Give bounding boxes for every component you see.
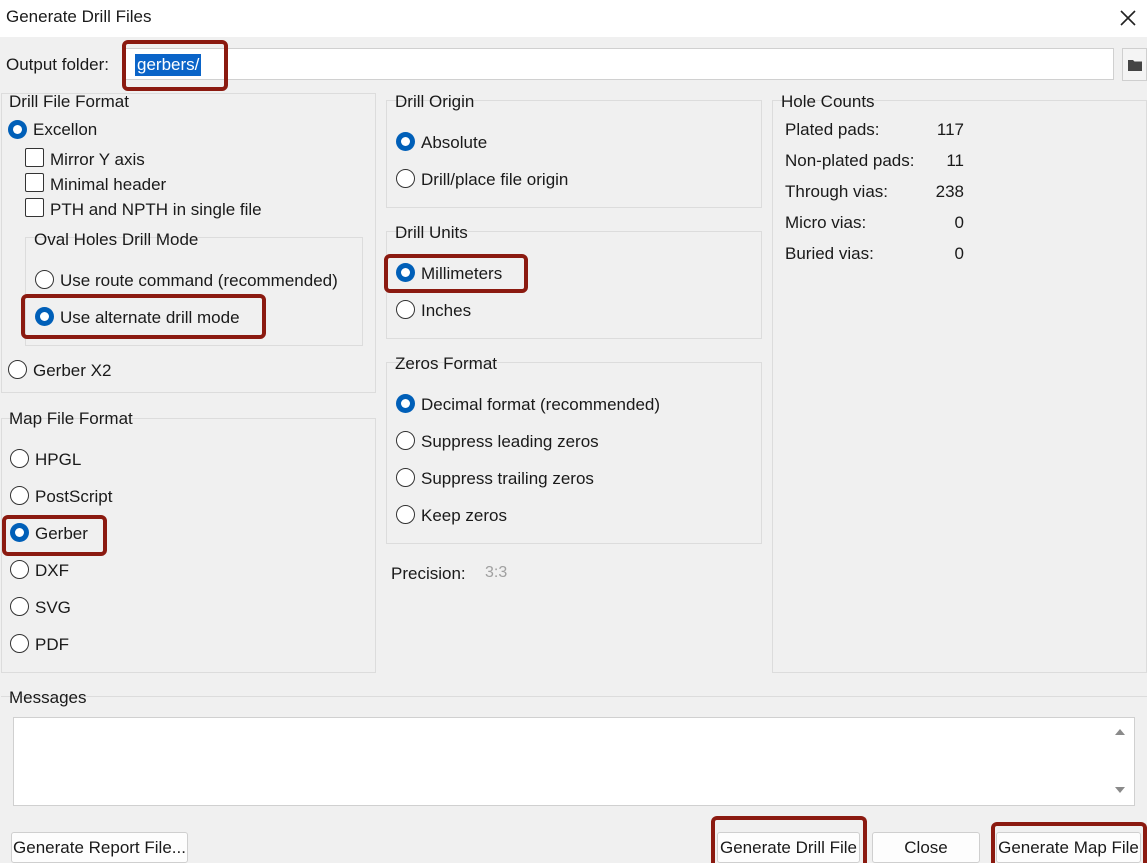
excellon-radio[interactable] — [8, 120, 27, 139]
highlight-generate-drill — [711, 816, 867, 863]
close-icon[interactable] — [1112, 2, 1144, 34]
map-dxf-radio[interactable] — [10, 560, 29, 579]
pth-npth-checkbox[interactable] — [25, 198, 44, 217]
suppress-leading-radio[interactable] — [396, 431, 415, 450]
map-svg-radio[interactable] — [10, 597, 29, 616]
messages-title: Messages — [9, 688, 87, 707]
aux-origin-label: Drill/place file origin — [421, 170, 569, 189]
map-pdf-label: PDF — [35, 635, 69, 654]
output-folder-input[interactable] — [124, 48, 1114, 80]
precision-label: Precision: — [391, 564, 466, 583]
buried-vias-value: 0 — [954, 244, 964, 263]
aux-origin-radio[interactable] — [396, 169, 415, 188]
through-vias-value: 238 — [935, 182, 964, 201]
inches-label: Inches — [421, 301, 472, 320]
map-file-format-title: Map File Format — [9, 409, 133, 428]
route-command-radio[interactable] — [35, 270, 54, 289]
route-command-label: Use route command (recommended) — [60, 271, 338, 290]
micro-vias-value: 0 — [954, 213, 964, 232]
close-button[interactable]: Close — [872, 832, 980, 863]
window-title: Generate Drill Files — [6, 7, 152, 26]
plated-pads-value: 117 — [936, 120, 964, 139]
non-plated-pads-value: 11 — [946, 151, 964, 170]
map-pdf-radio[interactable] — [10, 634, 29, 653]
absolute-origin-radio[interactable] — [396, 132, 415, 151]
generate-report-button[interactable]: Generate Report File... — [11, 832, 188, 863]
highlight-generate-map — [991, 822, 1147, 863]
suppress-trailing-label: Suppress trailing zeros — [421, 469, 594, 488]
hole-counts-title: Hole Counts — [781, 92, 875, 111]
minimal-header-label: Minimal header — [50, 175, 167, 194]
map-dxf-label: DXF — [35, 561, 69, 580]
map-postscript-radio[interactable] — [10, 486, 29, 505]
absolute-origin-label: Absolute — [421, 133, 488, 152]
buried-vias-label: Buried vias: — [785, 244, 874, 263]
map-hpgl-radio[interactable] — [10, 449, 29, 468]
highlight-alternate-drill — [21, 294, 266, 339]
decimal-format-radio[interactable] — [396, 394, 415, 413]
excellon-label: Excellon — [33, 120, 98, 139]
mirror-y-checkbox[interactable] — [25, 148, 44, 167]
inches-radio[interactable] — [396, 300, 415, 319]
scroll-up-icon[interactable] — [1112, 724, 1128, 740]
map-svg-label: SVG — [35, 598, 71, 617]
mirror-y-label: Mirror Y axis — [50, 150, 145, 169]
messages-textarea[interactable] — [13, 717, 1135, 806]
suppress-trailing-radio[interactable] — [396, 468, 415, 487]
minimal-header-checkbox[interactable] — [25, 173, 44, 192]
drill-origin-group — [386, 100, 762, 208]
map-hpgl-label: HPGL — [35, 450, 82, 469]
suppress-leading-label: Suppress leading zeros — [421, 432, 599, 451]
highlight-millimeters — [384, 254, 528, 293]
title-bar — [0, 0, 1147, 37]
drill-origin-title: Drill Origin — [395, 92, 475, 111]
folder-icon — [1128, 60, 1142, 71]
output-folder-label: Output folder: — [6, 55, 110, 74]
drill-units-title: Drill Units — [395, 223, 468, 242]
non-plated-pads-label: Non-plated pads: — [785, 151, 915, 170]
highlight-output-folder — [122, 40, 228, 91]
oval-holes-title: Oval Holes Drill Mode — [34, 230, 199, 249]
zeros-format-title: Zeros Format — [395, 354, 498, 373]
through-vias-label: Through vias: — [785, 182, 888, 201]
pth-npth-label: PTH and NPTH in single file — [50, 200, 262, 219]
browse-folder-button[interactable] — [1122, 48, 1147, 81]
keep-zeros-label: Keep zeros — [421, 506, 507, 525]
decimal-format-label: Decimal format (recommended) — [421, 395, 661, 414]
precision-value: 3:3 — [485, 564, 508, 581]
highlight-map-gerber — [2, 515, 107, 556]
gerber-x2-label: Gerber X2 — [33, 361, 112, 380]
plated-pads-label: Plated pads: — [785, 120, 880, 139]
map-postscript-label: PostScript — [35, 487, 113, 506]
scroll-down-icon[interactable] — [1112, 782, 1128, 798]
drill-file-format-title: Drill File Format — [9, 92, 129, 111]
keep-zeros-radio[interactable] — [396, 505, 415, 524]
gerber-x2-radio[interactable] — [8, 360, 27, 379]
micro-vias-label: Micro vias: — [785, 213, 867, 232]
